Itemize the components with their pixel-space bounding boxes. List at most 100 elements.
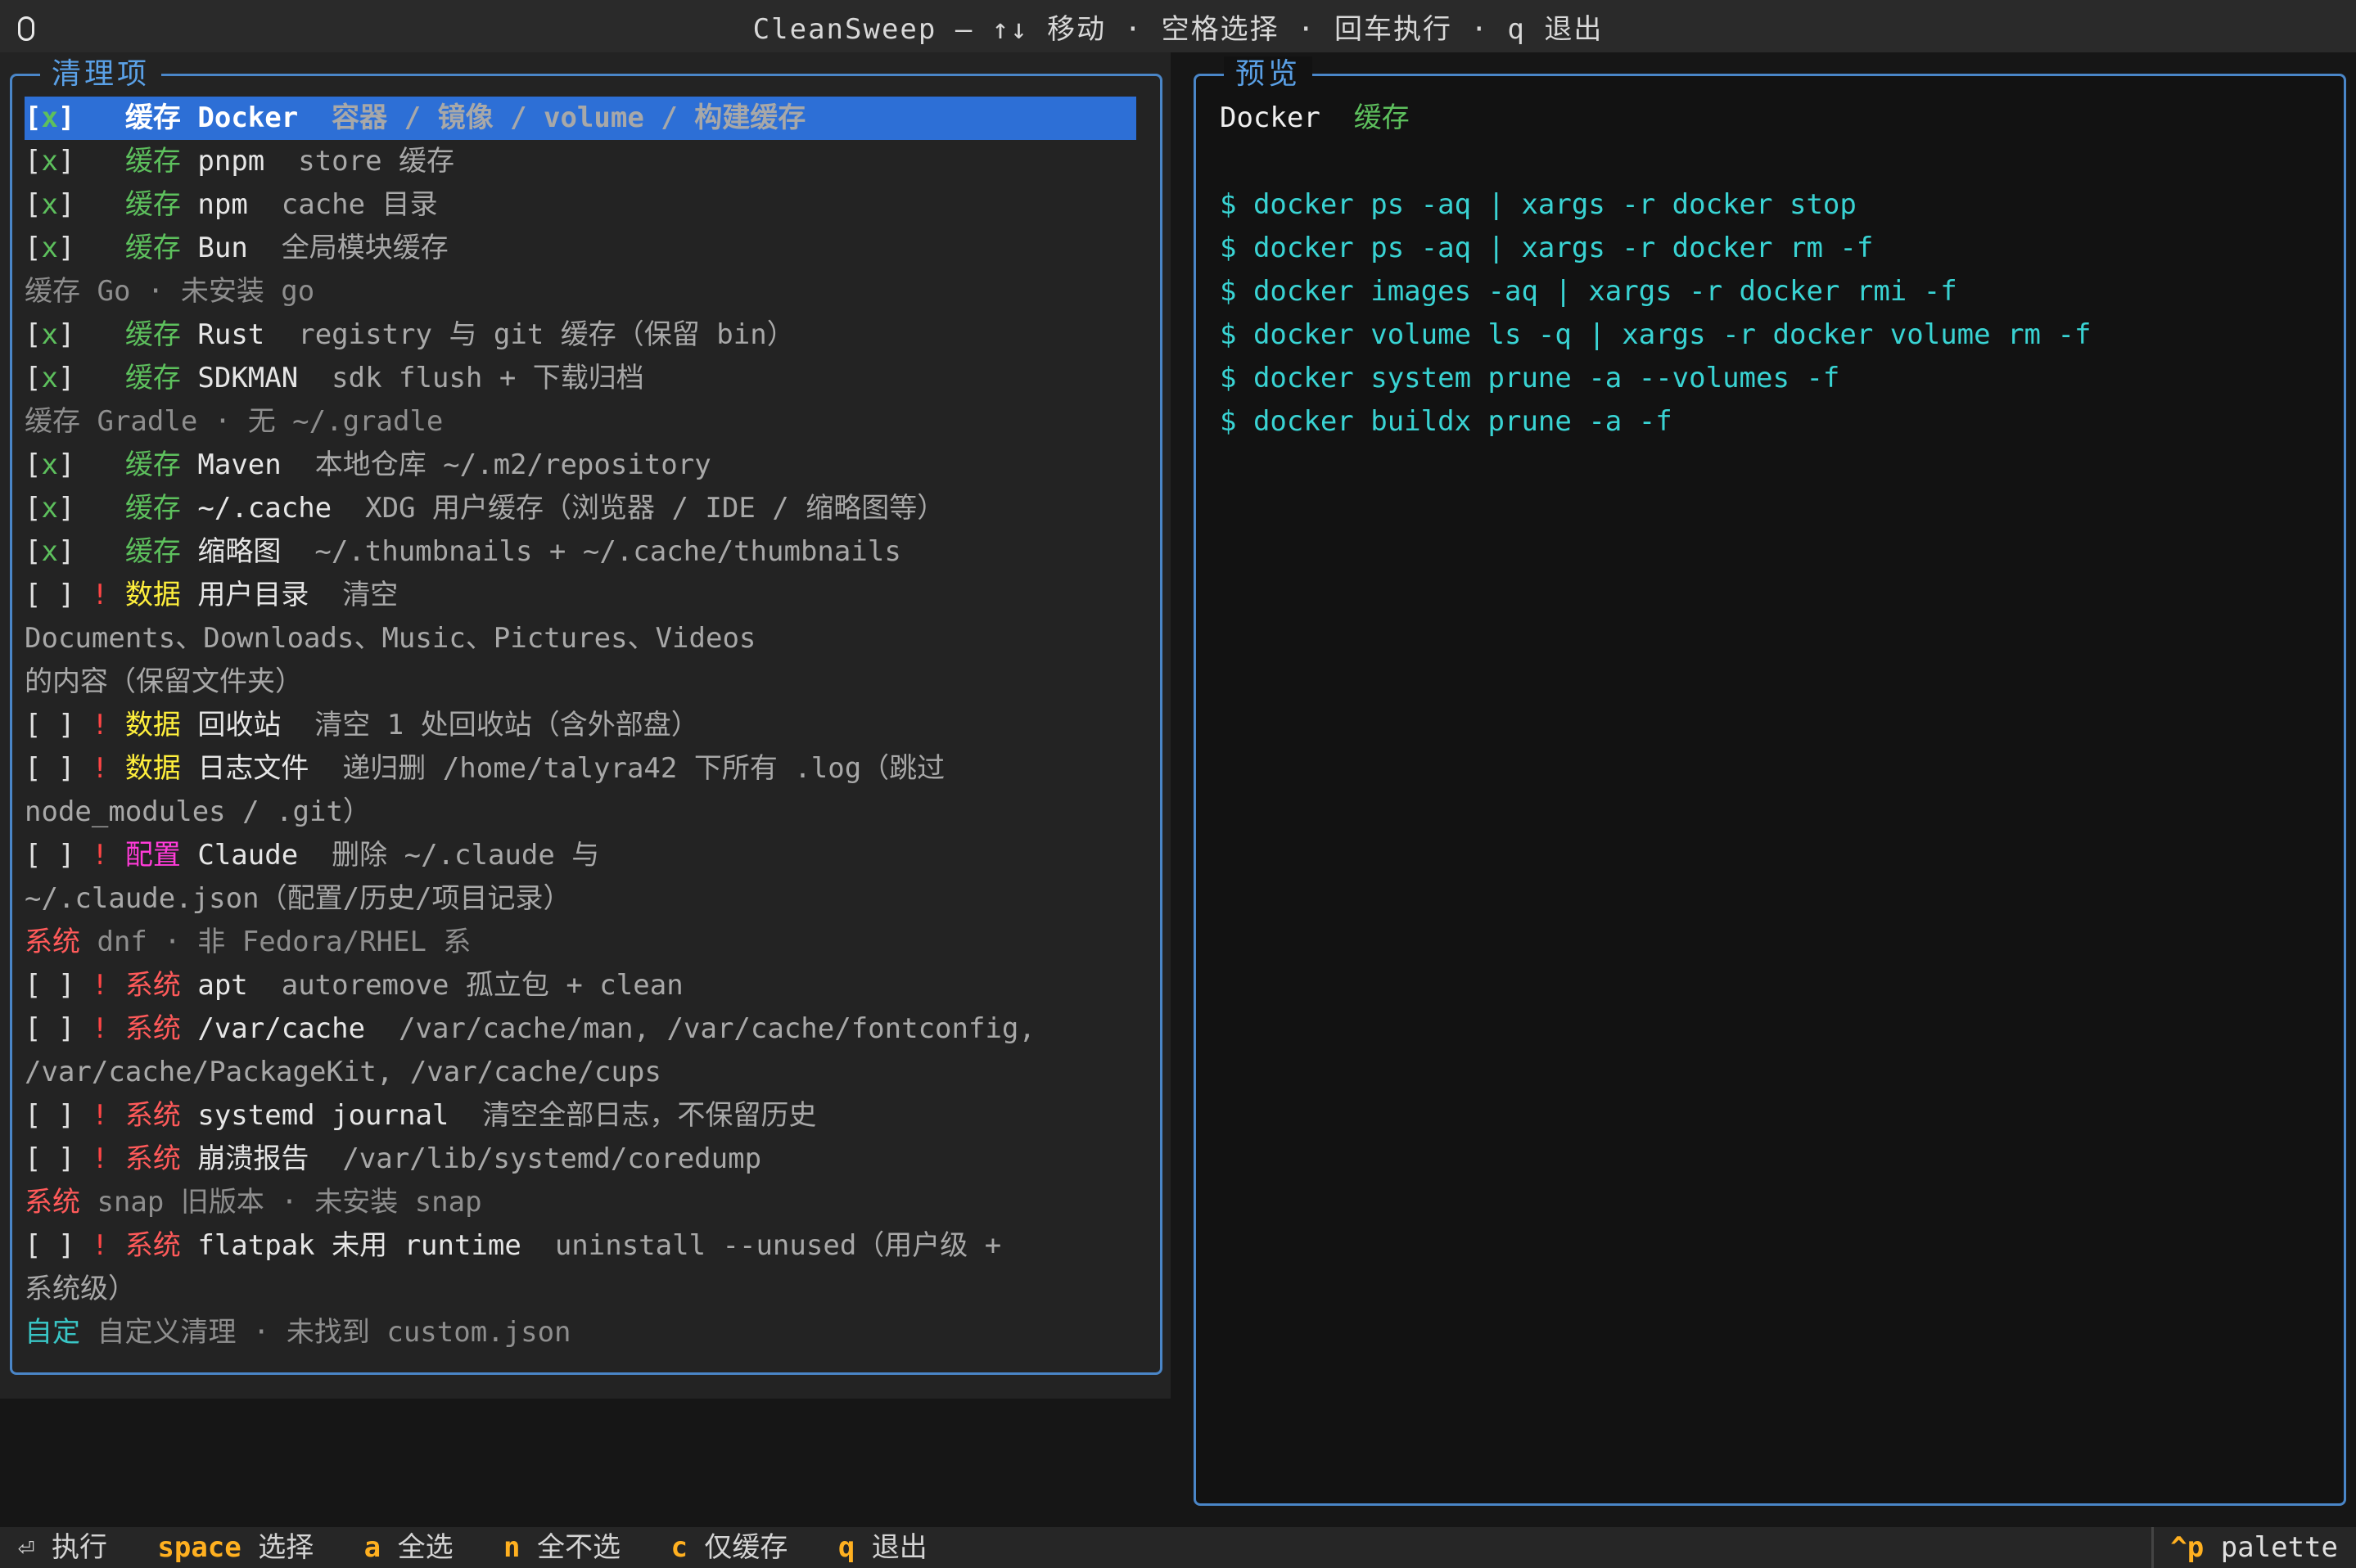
action-label: 全不选 — [520, 1531, 621, 1564]
item-category: 数据 — [124, 579, 181, 611]
item-category: 系统 — [124, 969, 181, 1002]
item-name: 回收站 — [197, 709, 282, 741]
keybinding-hint[interactable]: space 选择 — [157, 1531, 314, 1564]
checkbox[interactable]: [ ] — [25, 839, 74, 872]
item-description: 清空 — [342, 579, 399, 611]
item-text: 的内容（保留文件夹） — [25, 665, 303, 698]
item-name: pnpm — [197, 145, 265, 178]
item-description: 删除 ~/.claude 与 — [332, 839, 600, 872]
cleanup-item-list[interactable]: [x] 缓存 Docker 容器 / 镜像 / volume / 构建缓存 [x]… — [25, 97, 1136, 1354]
item-text: snap 旧版本 · 未安装 snap — [80, 1186, 482, 1219]
warning-icon: ! — [91, 1142, 109, 1175]
item-description: autoremove 孤立包 + clean — [281, 969, 684, 1002]
window-title: CleanSweep — ↑↓ 移动 · 空格选择 · 回车执行 · q 退出 — [752, 12, 1604, 46]
checkbox[interactable]: [ ] — [25, 1142, 74, 1175]
item-name: 用户目录 — [197, 579, 309, 611]
checkbox[interactable]: [ ] — [25, 1229, 74, 1262]
item-description: 递归删 /home/talyra42 下所有 .log（跳过 — [342, 752, 946, 785]
checkbox[interactable]: [x] — [25, 535, 74, 568]
keybinding-hint[interactable]: n 全不选 — [503, 1531, 621, 1564]
warning-icon: ! — [91, 1012, 109, 1045]
checkbox[interactable]: [ ] — [25, 752, 74, 785]
warning-icon — [92, 448, 108, 481]
item-name: Maven — [197, 448, 282, 481]
keybinding-hints: ⏎ 执行 space 选择 a 全选 n 全不选 c 仅缓存 q 退出 — [18, 1527, 977, 1568]
checkbox[interactable]: [ ] — [25, 1012, 74, 1045]
preview-command: $ docker ps -aq | xargs -r docker rm -f — [1220, 232, 1874, 264]
list-item[interactable]: [ ] ! 数据 日志文件 递归删 /home/talyra42 下所有 .lo… — [25, 747, 1136, 791]
checkbox[interactable]: [x] — [25, 145, 74, 178]
checkbox[interactable]: [x] — [25, 448, 74, 481]
item-category: 缓存 — [124, 318, 181, 351]
list-item[interactable]: [x] 缓存 pnpm store 缓存 — [25, 140, 1136, 183]
list-item[interactable]: [ ] ! 系统 apt autoremove 孤立包 + clean — [25, 964, 1136, 1007]
list-item[interactable]: [ ] ! 配置 Claude 删除 ~/.claude 与 — [25, 834, 1136, 877]
item-description: ~/.thumbnails + ~/.cache/thumbnails — [314, 535, 901, 568]
list-item[interactable]: [x] 缓存 Bun 全局模块缓存 — [25, 227, 1136, 270]
preview-command: $ docker images -aq | xargs -r docker rm… — [1220, 275, 1957, 308]
item-category: 缓存 — [124, 232, 181, 264]
item-name: SDKMAN — [197, 362, 299, 394]
checkbox[interactable]: [x] — [25, 492, 74, 525]
checkbox[interactable]: [ ] — [25, 969, 74, 1002]
preview-command: $ docker ps -aq | xargs -r docker stop — [1220, 188, 1857, 221]
list-item[interactable]: [x] 缓存 Docker 容器 / 镜像 / volume / 构建缓存 — [25, 97, 1136, 140]
preview-command: $ docker volume ls -q | xargs -r docker … — [1220, 318, 2092, 351]
checkbox[interactable]: [x] — [25, 188, 74, 221]
warning-icon: ! — [91, 579, 109, 611]
checkbox[interactable]: [ ] — [25, 709, 74, 741]
command-palette-hint[interactable]: ^p palette — [2151, 1527, 2356, 1568]
checkbox[interactable]: [ ] — [25, 1099, 74, 1132]
list-item[interactable]: [ ] ! 系统 崩溃报告 /var/lib/systemd/coredump — [25, 1138, 1136, 1181]
list-item[interactable]: [ ] ! 数据 回收站 清空 1 处回收站（含外部盘） — [25, 704, 1136, 747]
list-item-continuation: 的内容（保留文件夹） — [25, 660, 1136, 704]
check-mark: x — [41, 535, 58, 568]
checkbox[interactable]: [ ] — [25, 579, 74, 611]
list-item[interactable]: [x] 缓存 SDKMAN sdk flush + 下载归档 — [25, 357, 1136, 400]
keybinding-hint[interactable]: c 仅缓存 — [670, 1531, 788, 1564]
keybinding-hint[interactable]: a 全选 — [364, 1531, 454, 1564]
check-mark: x — [41, 448, 58, 481]
status-bar: ⏎ 执行 space 选择 a 全选 n 全不选 c 仅缓存 q 退出 ^p p… — [0, 1527, 2356, 1568]
preview-panel-title: 预览 — [1224, 56, 1313, 92]
warning-icon — [92, 492, 108, 525]
checkbox[interactable]: [x] — [25, 101, 74, 134]
action-label: 仅缓存 — [687, 1531, 788, 1564]
list-item[interactable]: [x] 缓存 npm cache 目录 — [25, 183, 1136, 227]
key-label: a — [363, 1531, 381, 1564]
item-name: npm — [197, 188, 248, 221]
item-description: 全局模块缓存 — [281, 232, 449, 264]
keybinding-hint[interactable]: q 退出 — [838, 1531, 928, 1564]
list-item[interactable]: [x] 缓存 Maven 本地仓库 ~/.m2/repository — [25, 444, 1136, 487]
list-item[interactable]: [ ] ! 数据 用户目录 清空 — [25, 574, 1136, 617]
checkbox[interactable]: [x] — [25, 232, 74, 264]
warning-icon: ! — [91, 752, 109, 785]
list-item-continuation: node_modules / .git） — [25, 791, 1136, 834]
list-item[interactable]: [x] 缓存 ~/.cache XDG 用户缓存（浏览器 / IDE / 缩略图… — [25, 487, 1136, 530]
item-category: 缓存 — [124, 448, 181, 481]
warning-icon: ! — [91, 1099, 109, 1132]
checkbox[interactable]: [x] — [25, 362, 74, 394]
keybinding-hint[interactable]: 执行 — [34, 1531, 107, 1564]
preview-header: Docker 缓存 — [1220, 97, 2325, 140]
item-name: flatpak 未用 runtime — [197, 1229, 521, 1262]
warning-icon: ! — [91, 839, 109, 872]
list-item[interactable]: [ ] ! 系统 /var/cache /var/cache/man, /var… — [25, 1007, 1136, 1051]
list-item[interactable]: [x] 缓存 缩略图 ~/.thumbnails + ~/.cache/thum… — [25, 530, 1136, 574]
list-item[interactable]: [ ] ! 系统 systemd journal 清空全部日志，不保留历史 — [25, 1094, 1136, 1138]
warning-icon — [92, 188, 108, 221]
palette-label: palette — [2220, 1531, 2338, 1564]
list-item[interactable]: [ ] ! 系统 flatpak 未用 runtime uninstall --… — [25, 1224, 1136, 1268]
item-name: 缩略图 — [197, 535, 282, 568]
list-item[interactable]: [x] 缓存 Rust registry 与 git 缓存（保留 bin） — [25, 313, 1136, 357]
item-category: 系统 — [124, 1142, 181, 1175]
warning-icon — [92, 362, 108, 394]
item-name: 崩溃报告 — [197, 1142, 309, 1175]
checkbox[interactable]: [x] — [25, 318, 74, 351]
item-description: sdk flush + 下载归档 — [332, 362, 644, 394]
key-label: space — [157, 1531, 241, 1564]
warning-icon — [92, 232, 108, 264]
items-panel-title: 清理项 — [40, 56, 162, 92]
list-item-continuation: 系统 dnf · 非 Fedora/RHEL 系 — [25, 921, 1136, 964]
preview-command: $ docker system prune -a --volumes -f — [1220, 362, 1840, 394]
